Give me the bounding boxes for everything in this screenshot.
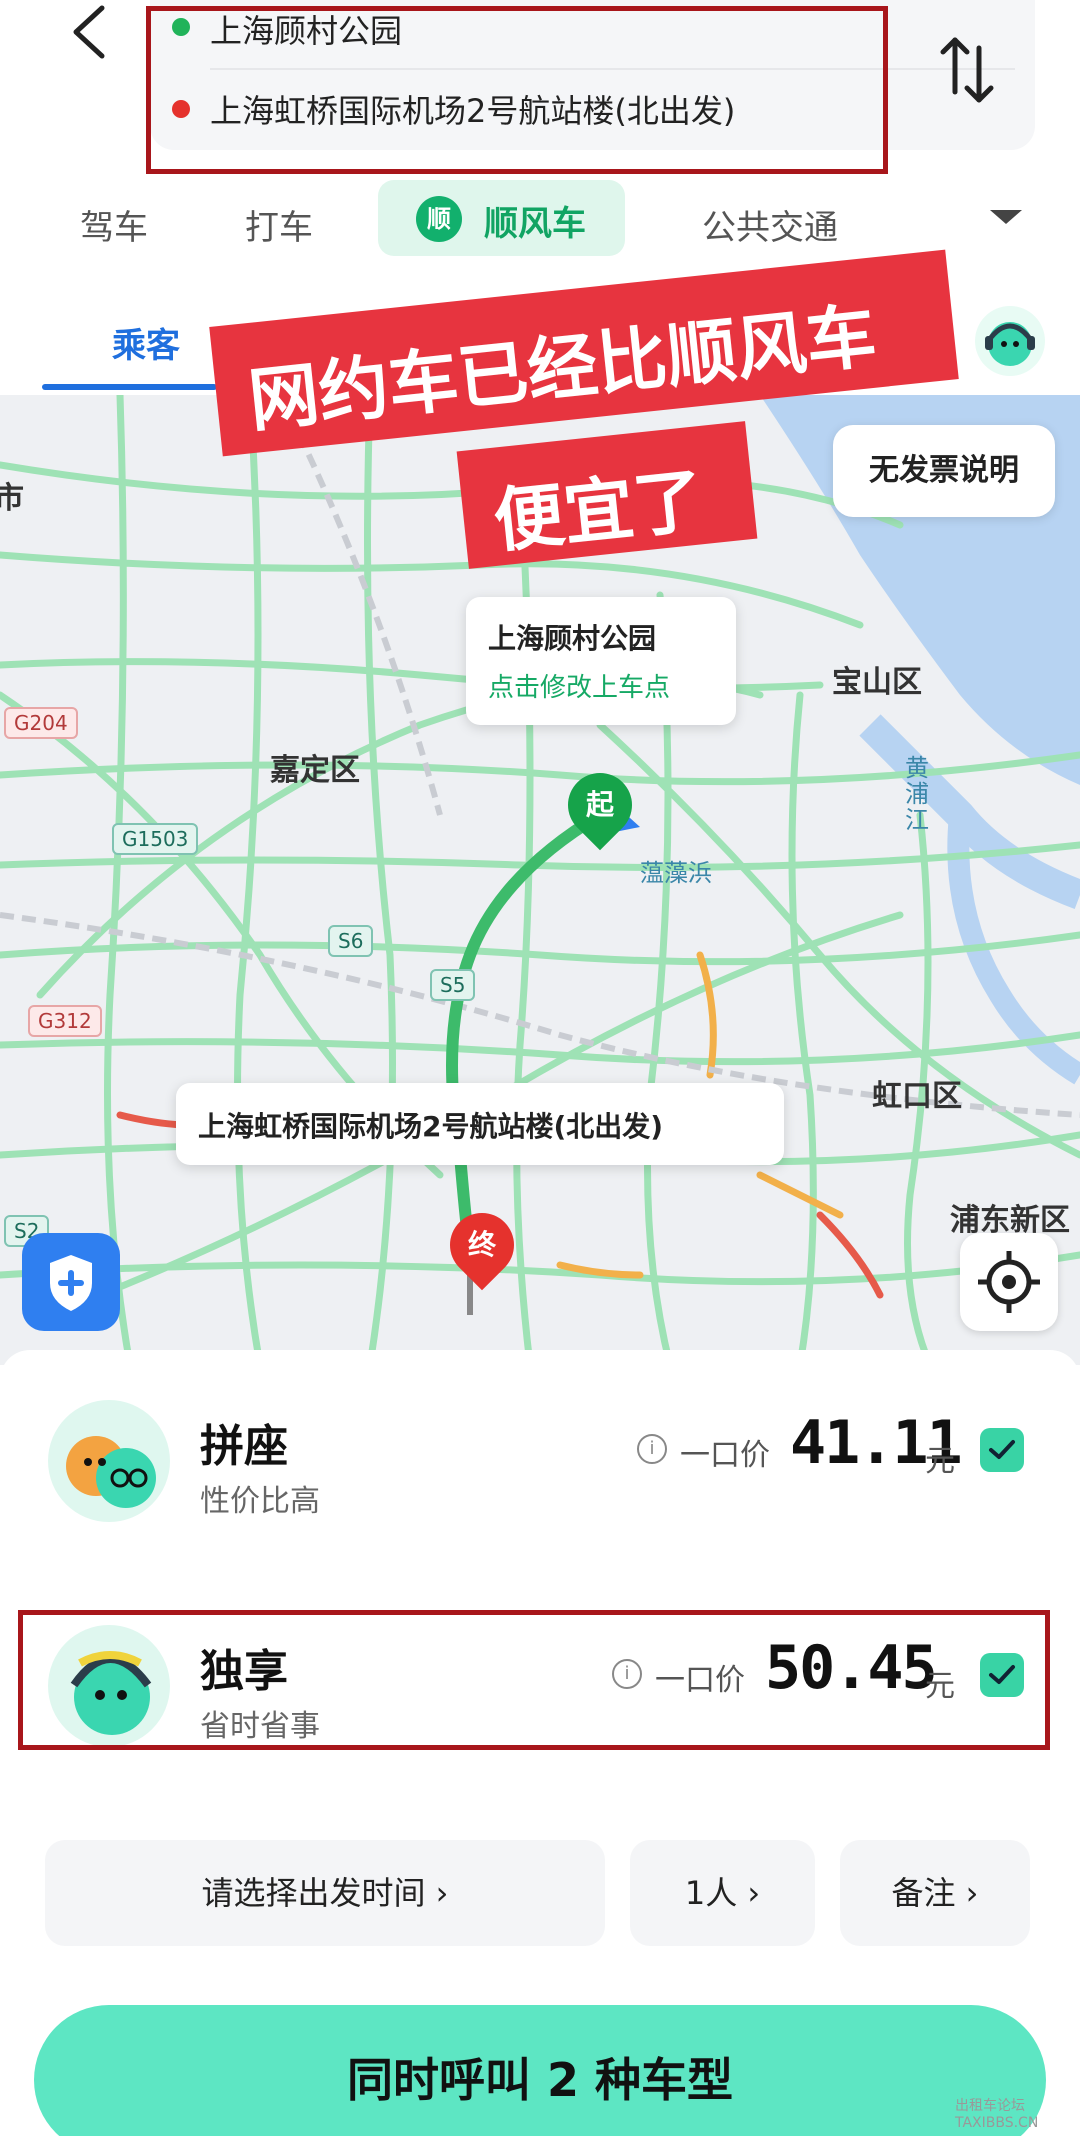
road-badge: G204 xyxy=(4,707,78,739)
passenger-count-chip[interactable]: 1人 › xyxy=(630,1840,815,1946)
price-unit: 元 xyxy=(925,1444,955,1479)
locate-me-button[interactable] xyxy=(960,1233,1058,1331)
district-label: 嘉定区 xyxy=(270,753,360,788)
crosshair-icon xyxy=(978,1251,1040,1313)
mascot-headphones-icon xyxy=(985,322,1035,366)
edit-pickup-link[interactable]: 点击修改上车点 xyxy=(488,667,670,704)
district-label: 虹口区 xyxy=(872,1079,962,1114)
info-icon[interactable]: i xyxy=(637,1434,667,1464)
water-label: 蕰藻浜 xyxy=(640,859,712,887)
tab-carpool-label: 顺风车 xyxy=(484,204,586,244)
tab-passenger[interactable]: 乘客 xyxy=(112,318,180,367)
highlight-box-route xyxy=(146,6,888,174)
road-badge: S6 xyxy=(328,925,374,957)
no-invoice-info-button[interactable]: 无发票说明 xyxy=(833,425,1055,517)
start-pin-label: 起 xyxy=(585,788,614,821)
district-label: 宝山区 xyxy=(832,665,922,700)
tab-carpool[interactable]: 顺 顺风车 xyxy=(378,180,625,256)
carpool-badge-icon: 顺 xyxy=(416,196,462,242)
swap-arrows-icon xyxy=(940,37,994,103)
ride-option-shared[interactable]: 拼座 性价比高 i 一口价 41.11 元 xyxy=(0,1390,1080,1560)
tab-taxi[interactable]: 打车 xyxy=(245,200,313,249)
swap-route-button[interactable] xyxy=(935,30,999,110)
chevron-left-icon xyxy=(73,5,105,59)
road-badge: S5 xyxy=(430,969,476,1001)
transport-mode-tabs: 驾车 打车 顺 顺风车 公共交通 xyxy=(0,180,1080,260)
departure-time-chip[interactable]: 请选择出发时间 › xyxy=(45,1840,605,1946)
dropoff-bubble-title: 上海虹桥国际机场2号航站楼(北出发) xyxy=(198,1110,664,1143)
dropoff-bubble[interactable]: 上海虹桥国际机场2号航站楼(北出发) xyxy=(176,1083,784,1165)
note-chip[interactable]: 备注 › xyxy=(840,1840,1030,1946)
option-subtitle: 性价比高 xyxy=(200,1484,320,1519)
option-title: 拼座 xyxy=(200,1421,288,1472)
pickup-bubble-title: 上海顾村公园 xyxy=(488,622,657,655)
call-both-button[interactable]: 同时呼叫 2 种车型 xyxy=(34,2005,1046,2136)
end-pin-icon: 终 xyxy=(436,1199,528,1291)
back-button[interactable] xyxy=(60,0,120,70)
option-checkbox[interactable] xyxy=(980,1428,1024,1472)
tab-drive[interactable]: 驾车 xyxy=(80,200,148,249)
tab-public-transit[interactable]: 公共交通 xyxy=(702,200,838,249)
end-pin-label: 终 xyxy=(467,1228,496,1261)
watermark: 出租车论坛 TAXIBBS.CN xyxy=(955,2098,1039,2131)
district-label: 市 xyxy=(0,481,24,516)
active-tab-underline xyxy=(42,384,217,390)
pickup-bubble[interactable]: 上海顾村公园 点击修改上车点 xyxy=(466,597,736,725)
start-pin-icon: 起 xyxy=(554,759,646,851)
shared-mascot-avatar xyxy=(48,1400,170,1522)
shield-plus-icon xyxy=(50,1255,92,1311)
price-label: 一口价 xyxy=(680,1438,770,1473)
check-icon xyxy=(989,1440,1015,1459)
road-badge: G1503 xyxy=(112,823,199,855)
assistant-avatar-icon[interactable] xyxy=(975,306,1045,376)
mascot-pair-icon xyxy=(66,1436,156,1508)
water-label: 黄浦江 xyxy=(905,754,929,834)
ride-options-sheet: 拼座 性价比高 i 一口价 41.11 元 独享 省时省事 i 一口价 50.4… xyxy=(0,1350,1080,2136)
highlight-box-exclusive xyxy=(18,1610,1050,1750)
more-modes-caret-icon[interactable] xyxy=(990,210,1022,224)
road-badge: G312 xyxy=(28,1005,102,1037)
safety-shield-button[interactable] xyxy=(22,1233,120,1331)
